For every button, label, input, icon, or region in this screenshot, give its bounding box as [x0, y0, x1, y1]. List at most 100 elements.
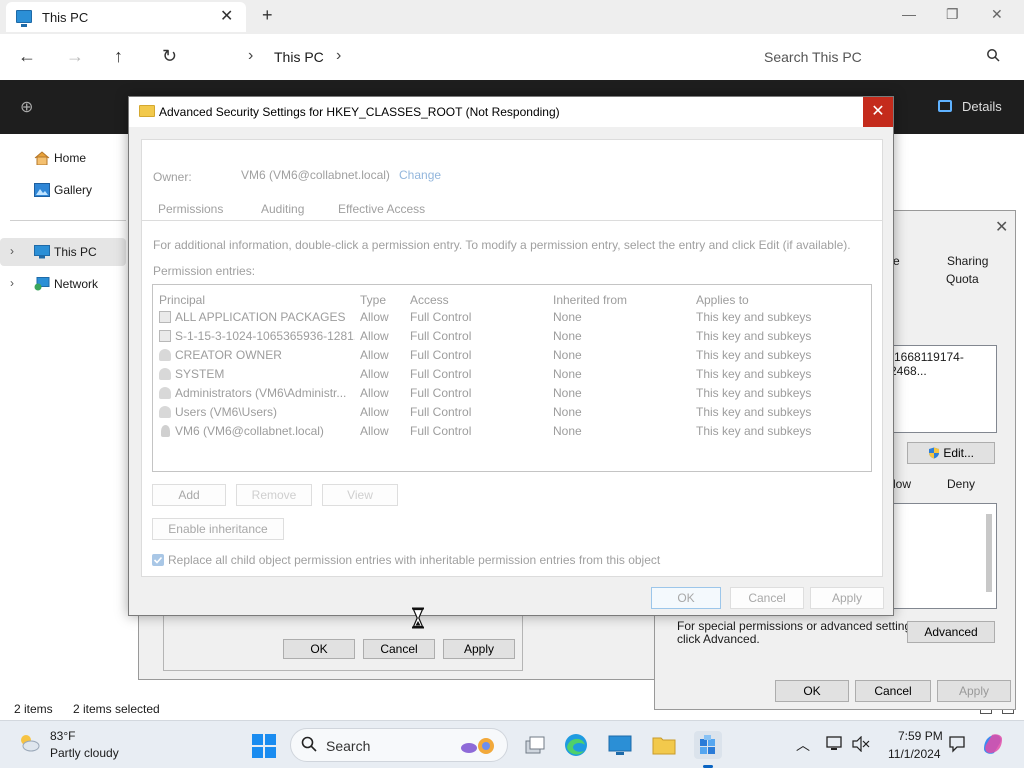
- registry-editor-taskbar-button[interactable]: [694, 731, 722, 768]
- show-hidden-icons-chevron[interactable]: ︿: [796, 735, 810, 755]
- column-header-access[interactable]: Access: [410, 293, 449, 307]
- breadcrumb-this-pc[interactable]: This PC: [274, 49, 324, 65]
- cancel-button[interactable]: Cancel: [855, 680, 931, 702]
- sidebar-item-gallery[interactable]: Gallery: [0, 176, 126, 204]
- tab-auditing[interactable]: Auditing: [261, 202, 304, 216]
- expand-chevron-icon[interactable]: ›: [10, 244, 14, 258]
- applies-cell: This key and subkeys: [696, 367, 812, 381]
- tab-close-icon[interactable]: ✕: [220, 6, 233, 26]
- notification-icon[interactable]: [948, 735, 966, 753]
- owner-value: VM6 (VM6@collabnet.local): [241, 168, 390, 182]
- remove-button[interactable]: Remove: [236, 484, 312, 506]
- clock-date[interactable]: 11/1/2024: [888, 747, 941, 761]
- advanced-button[interactable]: Advanced: [907, 621, 995, 643]
- search-box[interactable]: Search This PC: [750, 41, 1014, 73]
- shield-icon: [928, 447, 939, 459]
- new-tab-button[interactable]: +: [262, 5, 273, 26]
- minimize-button[interactable]: —: [902, 6, 916, 22]
- add-button[interactable]: Add: [152, 484, 226, 506]
- search-input[interactable]: Search This PC: [764, 49, 862, 65]
- table-row[interactable]: VM6 (VM6@collabnet.local) Allow Full Con…: [153, 422, 871, 441]
- ok-button[interactable]: OK: [651, 587, 721, 609]
- volume-muted-icon[interactable]: [852, 736, 870, 752]
- search-icon: [986, 48, 1000, 65]
- edit-button[interactable]: Edit...: [907, 442, 995, 464]
- tab-this-pc[interactable]: This PC ✕: [6, 2, 246, 32]
- navigation-pane: Home Gallery › This PC › Network: [0, 134, 138, 690]
- view-button[interactable]: View: [322, 484, 398, 506]
- expand-chevron-icon[interactable]: ›: [10, 276, 14, 290]
- tab-permissions[interactable]: Permissions: [158, 202, 223, 216]
- column-header-principal[interactable]: Principal: [159, 293, 205, 307]
- sidebar-item-label: This PC: [54, 245, 97, 259]
- taskbar-search-input[interactable]: Search: [326, 738, 370, 754]
- dialog-title-bar[interactable]: Advanced Security Settings for HKEY_CLAS…: [129, 97, 893, 127]
- tab-partial[interactable]: e: [893, 254, 900, 268]
- search-highlight-icon: [461, 738, 494, 754]
- table-row[interactable]: SYSTEM Allow Full Control None This key …: [153, 365, 871, 384]
- apply-button[interactable]: Apply: [443, 639, 515, 659]
- address-bar[interactable]: › This PC ›: [200, 41, 738, 73]
- cancel-button[interactable]: Cancel: [730, 587, 804, 609]
- clock-time[interactable]: 7:59 PM: [898, 729, 943, 743]
- scrollbar[interactable]: [986, 514, 992, 592]
- column-header-inherited-from[interactable]: Inherited from: [553, 293, 627, 307]
- sidebar-item-this-pc[interactable]: › This PC: [0, 238, 126, 266]
- close-window-button[interactable]: ✕: [991, 6, 1003, 23]
- tab-sharing[interactable]: Sharing: [947, 254, 988, 268]
- principal-cell: CREATOR OWNER: [175, 348, 282, 362]
- sidebar-item-home[interactable]: Home: [0, 144, 126, 172]
- permission-entries-list[interactable]: Principal Type Access Inherited from App…: [152, 284, 872, 629]
- remote-desktop-icon[interactable]: [606, 731, 634, 759]
- weather-widget[interactable]: 83°F Partly cloudy: [0, 721, 140, 768]
- apply-button[interactable]: Apply: [810, 587, 884, 609]
- sidebar-item-network[interactable]: › Network: [0, 270, 126, 298]
- details-button[interactable]: Details: [962, 99, 1002, 114]
- table-row[interactable]: ALL APPLICATION PACKAGES Allow Full Cont…: [153, 308, 871, 327]
- up-button[interactable]: ↑: [114, 46, 123, 67]
- column-header-type[interactable]: Type: [360, 293, 386, 307]
- replace-permissions-label: Replace all child object permission entr…: [168, 553, 661, 567]
- cancel-button[interactable]: Cancel: [363, 639, 435, 659]
- owner-change-link[interactable]: Change: [399, 168, 441, 182]
- taskbar-search-box[interactable]: Search: [290, 728, 508, 762]
- table-row[interactable]: CREATOR OWNER Allow Full Control None Th…: [153, 346, 871, 365]
- computer-icon: [16, 10, 32, 27]
- network-status-icon[interactable]: [826, 735, 844, 753]
- principal-list[interactable]: -1668119174-2468...: [885, 345, 997, 433]
- sidebar-item-label: Gallery: [54, 183, 93, 197]
- replace-permissions-checkbox[interactable]: [152, 554, 164, 566]
- back-button[interactable]: ←: [18, 46, 36, 67]
- edge-browser-icon[interactable]: [562, 731, 590, 759]
- refresh-button[interactable]: ↻: [162, 46, 177, 67]
- user-icon: [161, 425, 170, 437]
- sidebar-item-label: Network: [54, 277, 99, 291]
- tab-effective-access[interactable]: Effective Access: [338, 202, 425, 216]
- item-count: 2 items: [14, 702, 53, 716]
- restore-button[interactable]: ❐: [946, 6, 959, 23]
- details-pane-icon[interactable]: [938, 100, 952, 112]
- close-icon[interactable]: ✕: [995, 217, 1008, 237]
- breadcrumb-separator[interactable]: ›: [336, 47, 341, 65]
- task-view-icon[interactable]: [520, 731, 548, 759]
- start-button[interactable]: [252, 734, 276, 758]
- table-row[interactable]: S-1-15-3-1024-1065365936-1281... Allow F…: [153, 327, 871, 346]
- apply-button[interactable]: Apply: [937, 680, 1011, 702]
- breadcrumb-separator[interactable]: ›: [248, 47, 253, 65]
- permissions-list[interactable]: [885, 503, 997, 609]
- table-row[interactable]: Users (VM6\Users) Allow Full Control Non…: [153, 403, 871, 422]
- principal-cell: Users (VM6\Users): [175, 405, 278, 419]
- type-cell: Allow: [360, 367, 389, 381]
- new-item-button[interactable]: ⊕: [20, 97, 33, 117]
- column-header-applies-to[interactable]: Applies to: [696, 293, 749, 307]
- file-explorer-icon[interactable]: [650, 731, 678, 759]
- table-row[interactable]: Administrators (VM6\Administr... Allow F…: [153, 384, 871, 403]
- close-dialog-button[interactable]: ✕: [863, 97, 893, 127]
- forward-button[interactable]: →: [66, 46, 84, 67]
- access-cell: Full Control: [410, 386, 472, 400]
- enable-inheritance-button[interactable]: Enable inheritance: [152, 518, 284, 540]
- ok-button[interactable]: OK: [775, 680, 849, 702]
- ok-button[interactable]: OK: [283, 639, 355, 659]
- tab-quota[interactable]: Quota: [946, 272, 979, 286]
- copilot-icon[interactable]: [980, 731, 1006, 757]
